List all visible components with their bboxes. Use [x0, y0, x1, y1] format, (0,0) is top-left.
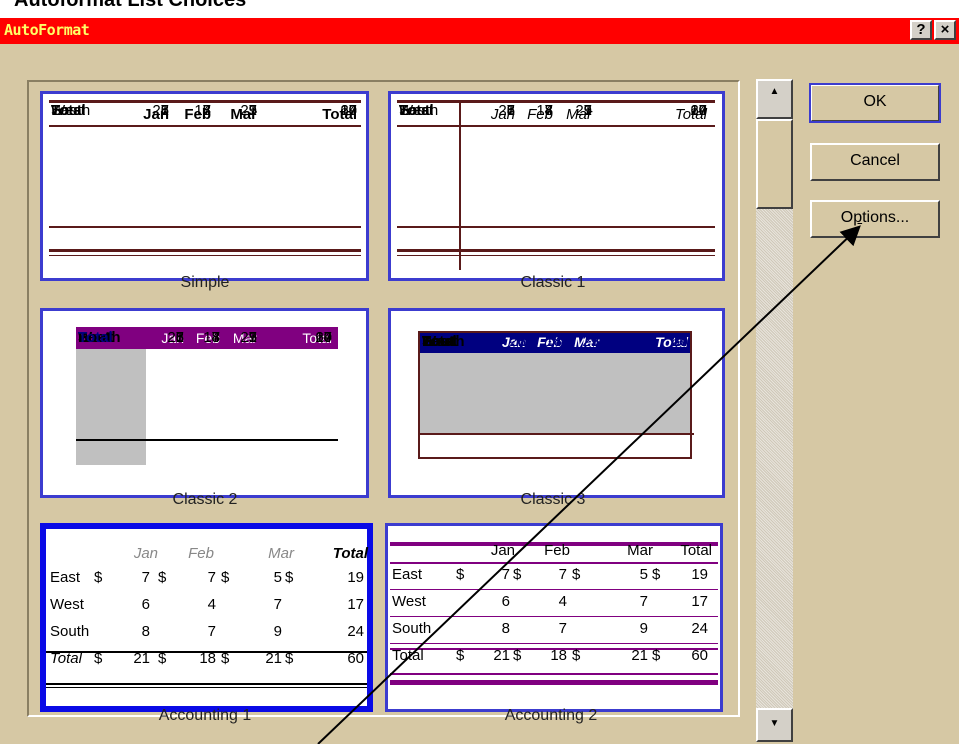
autoformat-dialog: AutoFormat ? × Jan Feb Mar Total East 7 7 5 19 We… [0, 18, 959, 744]
caption-text: Autoformat List Choices [14, 0, 247, 11]
annotation-arrow-icon [317, 225, 861, 744]
document-caption: Autoformat List Choices [0, 0, 959, 18]
